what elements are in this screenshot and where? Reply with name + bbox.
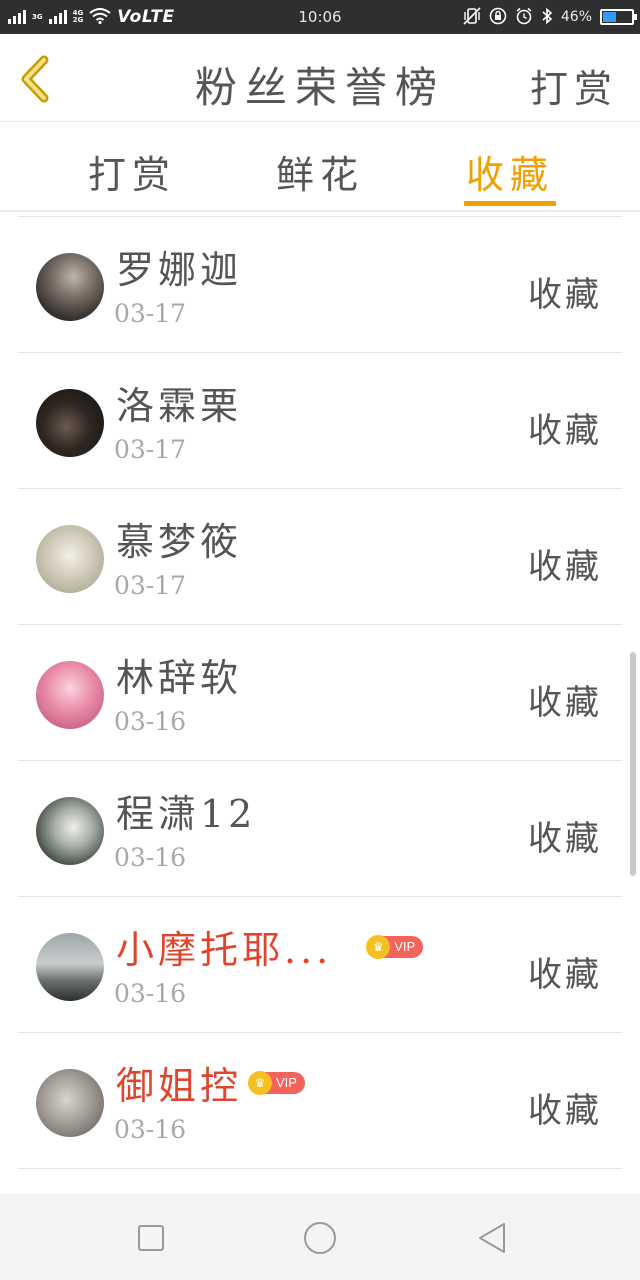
date: 03-16 — [114, 1115, 187, 1144]
avatar — [36, 1069, 104, 1137]
list-item[interactable]: 小摩托耶... ♛ VIP 03-16 收藏 — [18, 896, 622, 1032]
home-button[interactable] — [300, 1218, 340, 1258]
action-label: 收藏 — [528, 547, 602, 587]
user-name: 林辞软 — [116, 656, 243, 700]
crown-icon: ♛ — [366, 934, 391, 959]
user-name: 洛霖栗 — [116, 384, 243, 428]
app-header: 粉丝荣誉榜 打赏 — [0, 34, 640, 122]
circle-icon — [304, 1222, 336, 1254]
bluetooth-icon — [541, 7, 553, 28]
rotation-lock-icon — [489, 7, 507, 28]
triangle-back-icon — [479, 1223, 505, 1253]
list-item[interactable]: 慕梦筱 03-17 收藏 — [18, 488, 622, 624]
user-name: 慕梦筱 — [116, 520, 243, 564]
status-right: 46% — [463, 6, 637, 28]
date: 03-16 — [114, 707, 187, 736]
tab-reward[interactable]: 打赏 — [88, 144, 176, 199]
avatar — [36, 797, 104, 865]
status-bar: 3G 4G 2G VoLTE 10:06 46% — [0, 0, 640, 34]
battery-percent: 46% — [560, 9, 592, 25]
tab-favorites[interactable]: 收藏 — [466, 144, 554, 199]
vibrate-icon — [463, 6, 481, 28]
back-nav-button[interactable] — [472, 1218, 512, 1258]
tab-flowers[interactable]: 鲜花 — [276, 144, 364, 199]
alarm-icon — [515, 7, 533, 28]
avatar — [36, 389, 104, 457]
list-item[interactable]: 程潇12 03-16 收藏 — [18, 760, 622, 896]
user-name: 御姐控 — [116, 1064, 243, 1108]
favorites-list: 罗娜迦 03-17 收藏 洛霖栗 03-17 收藏 慕梦筱 03-17 收藏 林… — [0, 214, 640, 1194]
avatar — [36, 253, 104, 321]
list-item[interactable]: 罗娜迦 03-17 收藏 — [18, 216, 622, 352]
action-label: 收藏 — [528, 683, 602, 723]
reward-button[interactable]: 打赏 — [530, 58, 618, 113]
square-icon — [138, 1225, 164, 1251]
system-nav-bar — [0, 1194, 640, 1280]
tab-bar: 打赏 鲜花 收藏 — [0, 122, 640, 212]
recent-apps-button[interactable] — [131, 1218, 171, 1258]
user-name: 罗娜迦 — [116, 248, 243, 292]
list-item[interactable]: 洛霖栗 03-17 收藏 — [18, 352, 622, 488]
vip-badge: ♛ VIP — [366, 934, 424, 959]
date: 03-16 — [114, 843, 187, 872]
action-label: 收藏 — [528, 955, 602, 995]
action-label: 收藏 — [528, 819, 602, 859]
action-label: 收藏 — [528, 411, 602, 451]
date: 03-17 — [114, 435, 187, 464]
battery-icon — [600, 9, 637, 25]
action-label: 收藏 — [528, 1091, 602, 1131]
active-tab-indicator — [464, 201, 556, 206]
list-item[interactable]: 林辞软 03-16 收藏 — [18, 624, 622, 760]
list-item[interactable]: 御姐控 ♛ VIP 03-16 收藏 — [18, 1032, 622, 1168]
crown-icon: ♛ — [248, 1070, 273, 1095]
vip-badge: ♛ VIP — [248, 1070, 305, 1095]
avatar — [36, 525, 104, 593]
avatar — [36, 661, 104, 729]
scrollbar[interactable] — [630, 652, 636, 876]
user-name: 程潇12 — [116, 792, 257, 836]
date: 03-16 — [114, 979, 187, 1008]
date: 03-17 — [114, 299, 187, 328]
date: 03-17 — [114, 571, 187, 600]
list-item-partial[interactable] — [18, 1168, 622, 1194]
user-name: 小摩托耶... — [116, 928, 333, 972]
action-label: 收藏 — [528, 275, 602, 315]
avatar — [36, 933, 104, 1001]
